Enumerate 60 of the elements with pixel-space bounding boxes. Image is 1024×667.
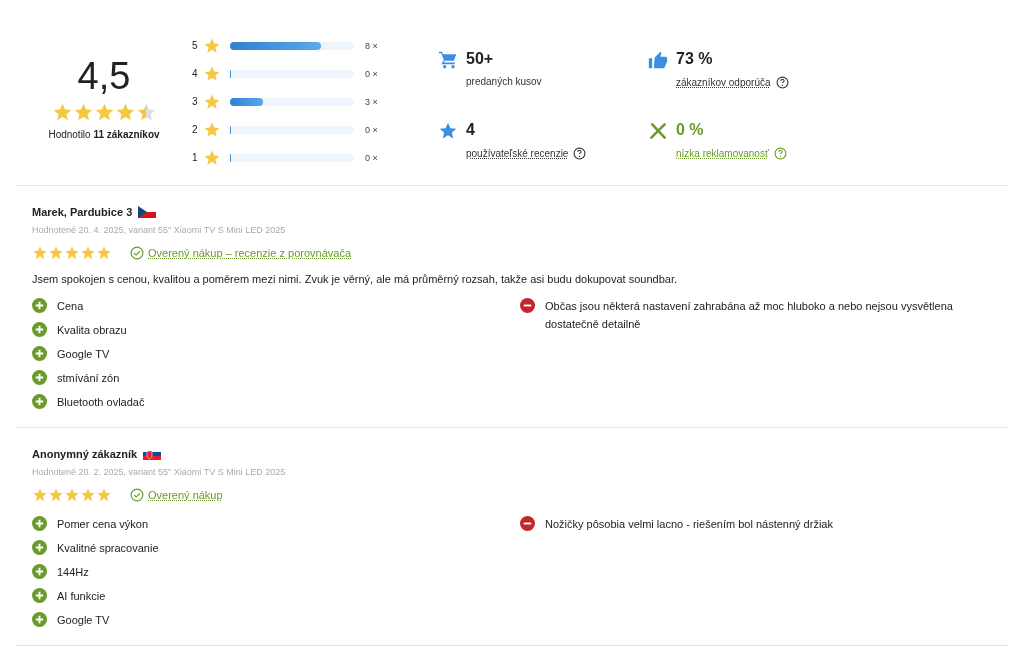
plus-icon bbox=[32, 322, 47, 337]
pro-text: Google TV bbox=[57, 347, 110, 362]
pro-text: Pomer cena výkon bbox=[57, 517, 149, 532]
rating-count: 0 × bbox=[365, 124, 378, 135]
star-level: 1 bbox=[192, 152, 199, 163]
star-level: 4 bbox=[192, 68, 199, 79]
plus-icon bbox=[32, 394, 47, 409]
thumbs-up-icon bbox=[648, 50, 668, 70]
rating-count: Hodnotilo 11 zákazníkov bbox=[48, 129, 160, 140]
rating-count: 8 × bbox=[365, 40, 378, 51]
check-circle-icon bbox=[130, 246, 144, 260]
pro-text: Google TV bbox=[57, 613, 110, 628]
review-meta: Hodnotené 20. 2. 2025, variant 55" Xiaomi TV S Mini LED 2025 bbox=[32, 467, 287, 477]
stat-value: 4 bbox=[466, 120, 476, 139]
reviewer-name: Marek, Pardubice 3 bbox=[32, 206, 133, 218]
stat-value: 73 % bbox=[676, 50, 714, 68]
stat-link[interactable]: používateľské recenzie bbox=[466, 147, 569, 159]
pro-text: Kvalita obrazu bbox=[57, 323, 127, 338]
reviewer-name: Anonymný zákazník bbox=[32, 448, 138, 460]
verified-purchase-link[interactable]: Overený nákup – recenzie z porovnávača bbox=[148, 247, 351, 259]
help-icon[interactable] bbox=[573, 146, 587, 160]
average-score: 4,5 bbox=[77, 54, 131, 98]
plus-icon bbox=[32, 540, 47, 555]
cart-icon bbox=[438, 50, 458, 70]
stat-value: 0 % bbox=[676, 120, 705, 139]
stat-link[interactable]: nízka reklamovanosť bbox=[676, 147, 769, 159]
stat-value: 50+ bbox=[466, 50, 495, 68]
tools-icon bbox=[648, 120, 668, 141]
flag-icon bbox=[138, 206, 157, 218]
stat-link[interactable]: zákazníkov odporúča bbox=[676, 77, 771, 88]
con-text: Nožičky pôsobia velmi lacno - riešením bol nástenný držiak bbox=[545, 517, 833, 532]
rating-count: 0 × bbox=[365, 68, 378, 79]
plus-icon bbox=[32, 564, 47, 579]
check-circle-icon bbox=[130, 488, 144, 502]
star-level: 3 bbox=[192, 96, 199, 107]
con-text: Občas jsou některá nastavení zahrabána až moc hluboko a nebo nejsou vysvětlena dostatečně detailně bbox=[545, 299, 954, 332]
pro-text: 144Hz bbox=[57, 565, 89, 580]
star-level: 2 bbox=[192, 124, 199, 135]
star-level: 5 bbox=[192, 40, 199, 51]
minus-icon bbox=[520, 298, 535, 313]
review-meta: Hodnotené 20. 4. 2025, variant 55" Xiaomi TV S Mini LED 2025 bbox=[32, 225, 287, 235]
plus-icon bbox=[32, 346, 47, 361]
pro-text: Kvalitné spracovanie bbox=[57, 541, 159, 556]
verified-purchase-link[interactable]: Overený nákup bbox=[148, 489, 223, 501]
plus-icon bbox=[32, 516, 47, 531]
plus-icon bbox=[32, 588, 47, 603]
stat-label: predaných kusov bbox=[466, 76, 542, 87]
pro-text: Cena bbox=[57, 299, 84, 314]
flag-icon bbox=[143, 448, 162, 460]
minus-icon bbox=[520, 516, 535, 531]
pro-text: Bluetooth ovladač bbox=[57, 395, 145, 410]
plus-icon bbox=[32, 298, 47, 313]
plus-icon bbox=[32, 370, 47, 385]
help-icon[interactable] bbox=[775, 76, 789, 89]
plus-icon bbox=[32, 612, 47, 627]
rating-count: 0 × bbox=[365, 152, 378, 163]
pro-text: AI funkcie bbox=[57, 589, 106, 604]
pro-text: stmívání zón bbox=[57, 371, 120, 386]
review-text: Jsem spokojen s cenou, kvalitou a poměrem mezi nimi. Zvuk je věrný, ale má průměrný rozsah, takže asi budu dokupovat soundbar. bbox=[32, 273, 679, 285]
rating-count: 3 × bbox=[365, 96, 378, 107]
